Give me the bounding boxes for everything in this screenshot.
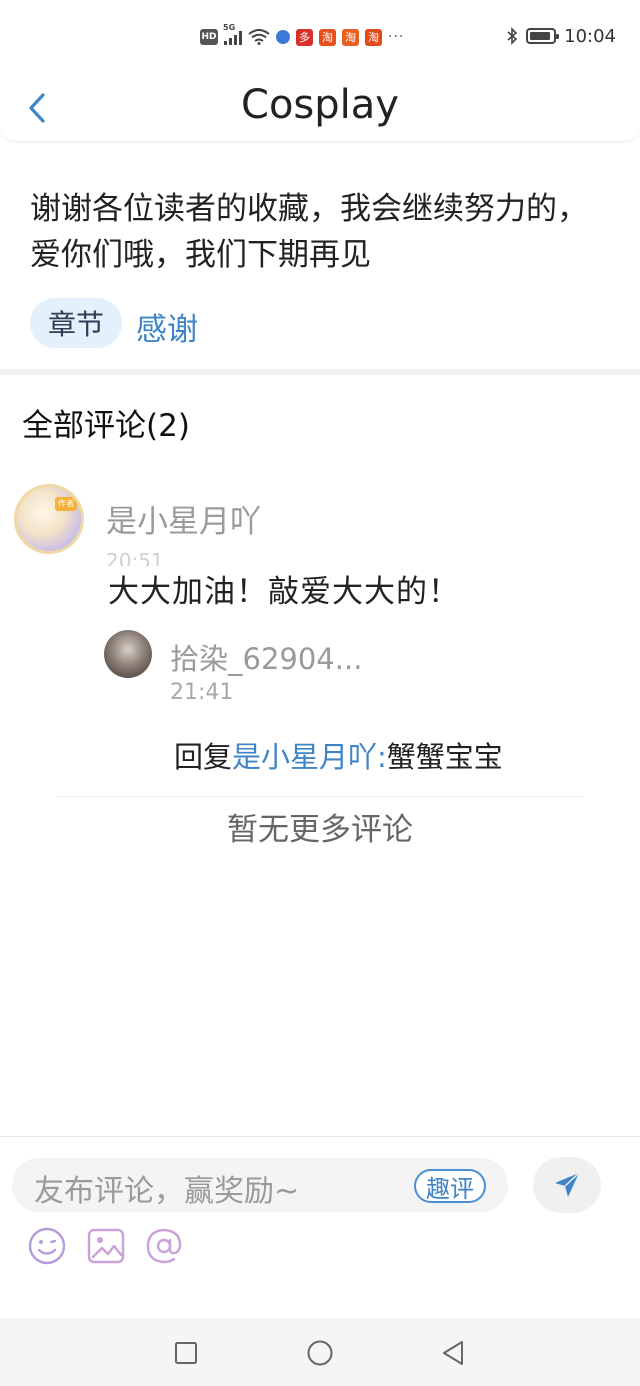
image-icon[interactable] [86, 1226, 126, 1266]
taobao-icon: 淘 [319, 28, 336, 46]
reply-mention[interactable]: 是小星月吖: [232, 740, 387, 774]
send-button[interactable] [533, 1157, 601, 1213]
quping-button[interactable]: 趣评 [414, 1169, 486, 1203]
status-bar: HD 5G 多 淘 淘 淘 ··· 10:04 [0, 0, 640, 72]
reply-text[interactable]: 回复是小星月吖:蟹蟹宝宝 [174, 734, 503, 776]
comment-input-bar: 友布评论，赢奖励~ 趣评 [0, 1136, 640, 1318]
battery-icon [526, 28, 560, 44]
square-icon [175, 1342, 197, 1364]
nav-back-button[interactable] [438, 1338, 468, 1368]
no-more-comments: 暂无更多评论 [227, 812, 413, 848]
network-type-label: 5G [223, 23, 236, 32]
system-nav-bar [0, 1318, 640, 1386]
send-icon [555, 1172, 580, 1197]
hd-badge: HD [200, 29, 218, 45]
wifi-icon [248, 29, 270, 45]
triangle-back-icon [443, 1341, 463, 1365]
comments-heading: 全部评论(2) [22, 408, 190, 444]
circle-icon [307, 1340, 333, 1366]
reply-body: 蟹蟹宝宝 [386, 740, 503, 774]
chapter-note-text: 谢谢各位读者的收藏，我会继续努力的，爱你们哦，我们下期再见 [30, 191, 588, 273]
emoji-icon[interactable] [27, 1226, 67, 1266]
reply-username[interactable]: 拾染_62904... [170, 636, 362, 678]
signal-icon: 5G [223, 23, 242, 45]
mention-icon[interactable] [144, 1226, 184, 1266]
chapter-tag-chip[interactable]: 章节 [30, 298, 122, 348]
avatar[interactable]: 作者 [14, 484, 84, 554]
comment-input[interactable]: 友布评论，赢奖励~ 趣评 [12, 1158, 508, 1212]
bluetooth-icon [507, 27, 518, 45]
browser-app-icon [276, 30, 290, 44]
chapter-tag-value[interactable]: 感谢 [136, 304, 198, 349]
clock: 10:04 [564, 25, 616, 47]
taobao-live-icon: 淘 [342, 28, 359, 46]
comment-text[interactable]: 大大加油！敲爱大大的！ [108, 566, 460, 611]
reply-avatar[interactable] [104, 630, 152, 678]
reply-prefix: 回复 [174, 740, 233, 774]
more-notifications-indicator: ··· [388, 29, 405, 45]
pinduoduo-icon: 多 [296, 28, 313, 46]
reply-time: 21:41 [170, 680, 234, 705]
comments-divider [56, 796, 584, 797]
taobao-icon-2: 淘 [365, 28, 382, 46]
header: Cosplay [0, 72, 640, 142]
section-divider [0, 369, 640, 375]
home-button[interactable] [305, 1338, 335, 1368]
comment-input-placeholder: 友布评论，赢奖励~ [34, 1174, 300, 1209]
recent-apps-button[interactable] [171, 1338, 201, 1368]
status-icons: HD 5G 多 淘 淘 淘 ··· [200, 23, 405, 48]
status-right: 10:04 [506, 24, 616, 48]
page-title: Cosplay [241, 82, 399, 128]
comment-time: 20:51 [106, 549, 164, 566]
comment-username[interactable]: 是小星月吖 [106, 496, 261, 541]
author-badge: 作者 [55, 497, 77, 511]
battery-level [530, 32, 550, 40]
